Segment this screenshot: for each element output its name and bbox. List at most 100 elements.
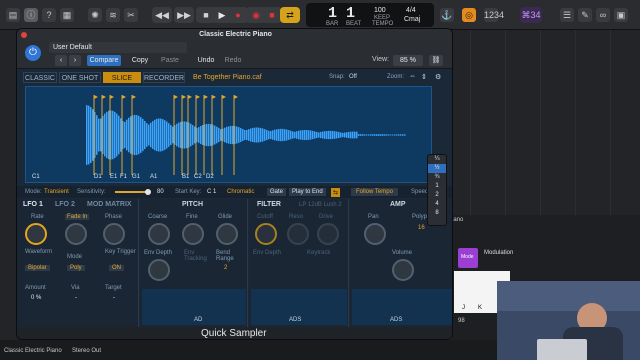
- speed-option[interactable]: ¼: [428, 155, 446, 164]
- view-zoom-select[interactable]: 85 %: [393, 55, 423, 66]
- filter-type[interactable]: LP 12dB Lush 2: [299, 202, 342, 208]
- scale-value[interactable]: Chromatic: [227, 189, 254, 195]
- slice-flag-icon[interactable]: [182, 95, 186, 99]
- tab-slice[interactable]: SLICE: [103, 72, 141, 83]
- power-icon[interactable]: ⏻: [25, 45, 41, 61]
- slice-flag-icon[interactable]: [204, 95, 208, 99]
- waveform-value[interactable]: Bipolar: [25, 265, 50, 271]
- sensitivity-slider[interactable]: [115, 191, 147, 193]
- speed-dropdown-menu[interactable]: ¼½¾1248: [427, 154, 447, 226]
- prev-preset-icon[interactable]: ‹: [55, 55, 67, 66]
- coarse-knob[interactable]: [148, 223, 170, 245]
- settings-icon[interactable]: ⚙: [435, 73, 441, 81]
- zoom-fit-icon[interactable]: ⇔: [409, 73, 416, 80]
- mixer-icon[interactable]: ≋: [106, 8, 120, 22]
- speed-option[interactable]: ¾: [428, 173, 446, 182]
- fine-knob[interactable]: [182, 223, 204, 245]
- slice-flag-icon[interactable]: [132, 95, 136, 99]
- link-icon[interactable]: ⛓: [429, 55, 443, 66]
- record-icon[interactable]: ●: [228, 7, 248, 23]
- lfo-mode-value[interactable]: Poly: [67, 265, 85, 271]
- play-to-end-button[interactable]: Play to End: [289, 188, 326, 196]
- close-icon[interactable]: [21, 32, 27, 38]
- cycle-icon[interactable]: ⇄: [280, 7, 300, 23]
- rate-knob[interactable]: [25, 223, 47, 245]
- tab-recorder[interactable]: RECORDER: [143, 72, 185, 83]
- polyphony-value[interactable]: 16: [418, 225, 425, 231]
- key-trigger-value[interactable]: ON: [109, 265, 124, 271]
- slice-flag-icon[interactable]: [234, 95, 238, 99]
- speed-option[interactable]: ½: [428, 164, 446, 173]
- copy-button[interactable]: Copy: [127, 55, 153, 66]
- rewind-icon[interactable]: ◀◀: [152, 7, 172, 23]
- speed-option[interactable]: 8: [428, 209, 446, 218]
- lcd-display[interactable]: 1 1 BAR BEAT 100 KEEP TEMPO 4/4 Cmaj: [306, 3, 434, 27]
- volume-knob[interactable]: [392, 259, 414, 281]
- snap-value[interactable]: Off: [349, 74, 357, 80]
- speed-option[interactable]: 2: [428, 191, 446, 200]
- tab-classic[interactable]: CLASSIC: [23, 72, 57, 83]
- speed-option[interactable]: 4: [428, 200, 446, 209]
- amount-value[interactable]: 0 %: [31, 295, 41, 301]
- slice-flag-icon[interactable]: [188, 95, 192, 99]
- slice-flag-icon[interactable]: [102, 95, 106, 99]
- fade-in-knob[interactable]: [65, 223, 87, 245]
- slice-flag-icon[interactable]: [110, 95, 114, 99]
- loops-icon[interactable]: ∞: [596, 8, 610, 22]
- mode-value[interactable]: Transient: [44, 189, 69, 195]
- slice-flag-icon[interactable]: [196, 95, 200, 99]
- gate-button[interactable]: Gate: [267, 188, 287, 196]
- tuner-icon[interactable]: ⚓: [440, 8, 454, 22]
- waveform-display[interactable]: C1 D1 E1 F1 G1 A1 B1 C2 D2: [25, 86, 432, 183]
- slice-flag-icon[interactable]: [174, 95, 178, 99]
- undo-button[interactable]: Undo: [193, 55, 219, 66]
- mode-button[interactable]: Mode: [458, 248, 478, 268]
- library-icon[interactable]: ▤: [6, 8, 20, 22]
- drive-knob[interactable]: [317, 223, 339, 245]
- redo-button[interactable]: Redo: [221, 55, 245, 66]
- list-editor-icon[interactable]: ☰: [560, 8, 574, 22]
- start-key-value[interactable]: C 1: [207, 189, 216, 195]
- smart-controls-icon[interactable]: ✺: [88, 8, 102, 22]
- zoom-wave-icon[interactable]: ⇕: [421, 73, 427, 81]
- toolbar-icon[interactable]: ▦: [60, 8, 74, 22]
- glide-knob[interactable]: [216, 223, 238, 245]
- compare-button[interactable]: Compare: [87, 55, 121, 66]
- speed-option[interactable]: 1: [428, 182, 446, 191]
- phase-knob[interactable]: [103, 223, 125, 245]
- paste-button[interactable]: Paste: [157, 55, 183, 66]
- sensitivity-handle[interactable]: [145, 189, 151, 195]
- next-preset-icon[interactable]: ›: [69, 55, 81, 66]
- target-value[interactable]: -: [113, 295, 115, 301]
- via-value[interactable]: -: [75, 295, 77, 301]
- slice-flag-icon[interactable]: [122, 95, 126, 99]
- tab-lfo2[interactable]: LFO 2: [55, 201, 75, 208]
- waveform-sample: [92, 109, 94, 161]
- metronome-icon[interactable]: ◎: [462, 8, 476, 22]
- editors-icon[interactable]: ✂: [124, 8, 138, 22]
- sync-icon[interactable]: ⇆: [331, 188, 341, 197]
- follow-tempo-button[interactable]: Follow Tempo: [351, 188, 398, 196]
- inspector-icon[interactable]: ⓘ: [24, 8, 38, 22]
- notes-icon[interactable]: ✎: [578, 8, 592, 22]
- cpu-badge[interactable]: ⌘34: [520, 7, 542, 23]
- pan-knob[interactable]: [364, 223, 386, 245]
- tab-mod-matrix[interactable]: MOD MATRIX: [87, 201, 132, 208]
- sample-name[interactable]: Be Together Piano.caf: [193, 74, 262, 81]
- help-icon[interactable]: ?: [42, 8, 56, 22]
- bend-range-value[interactable]: 2: [224, 265, 227, 271]
- forward-icon[interactable]: ▶▶: [174, 7, 194, 23]
- tab-one-shot[interactable]: ONE SHOT: [59, 72, 101, 83]
- tab-lfo1[interactable]: LFO 1: [23, 201, 43, 208]
- count-in-icon[interactable]: 1234: [484, 8, 504, 22]
- browser-icon[interactable]: ▣: [614, 8, 628, 22]
- slice-flag-icon[interactable]: [94, 95, 98, 99]
- fade-in-label[interactable]: Fade In: [65, 214, 90, 220]
- capture-icon[interactable]: ■: [262, 7, 282, 23]
- reso-knob[interactable]: [287, 223, 309, 245]
- preset-select[interactable]: User Default: [49, 42, 187, 53]
- slice-flag-icon[interactable]: [212, 95, 216, 99]
- slice-flag-icon[interactable]: [222, 95, 226, 99]
- pitch-env-depth-knob[interactable]: [148, 259, 170, 281]
- cutoff-knob[interactable]: [255, 223, 277, 245]
